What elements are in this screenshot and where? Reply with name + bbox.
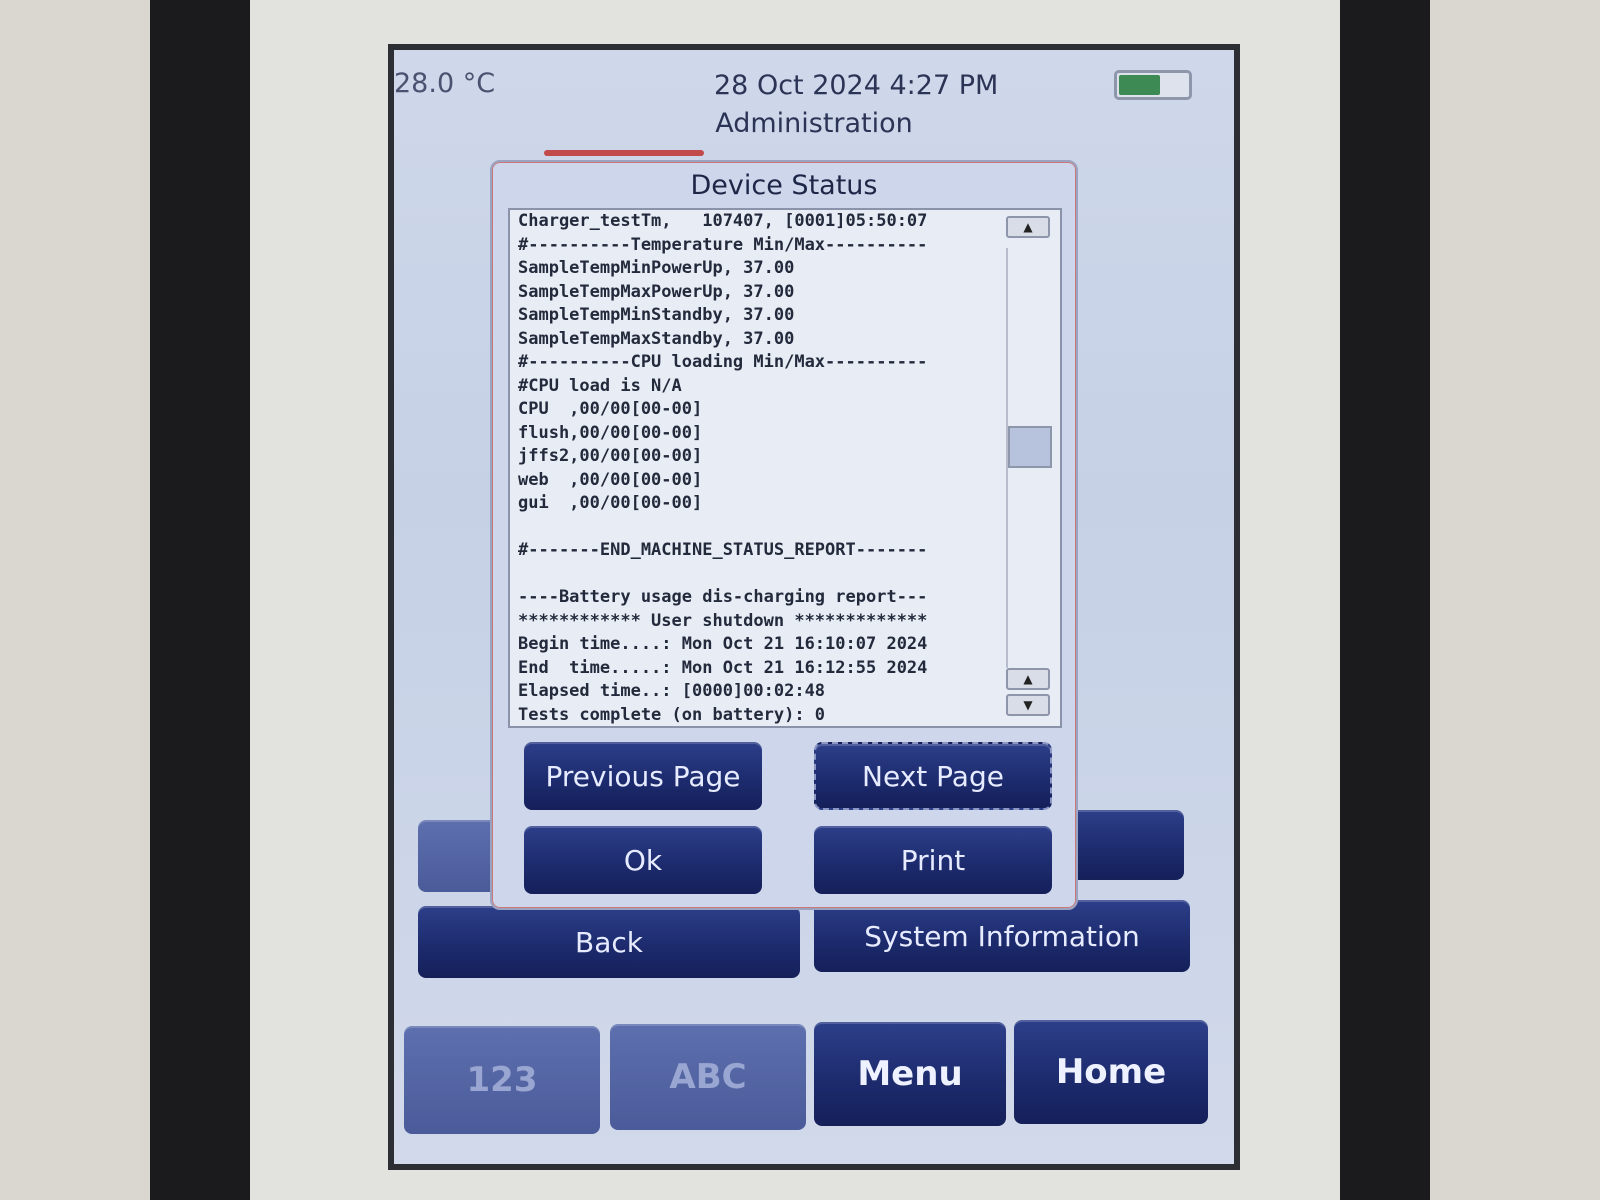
temperature-readout: 28.0 °C — [394, 68, 496, 99]
dialog-title: Device Status — [690, 170, 878, 201]
arrow-up-icon: ▲ — [1023, 672, 1033, 686]
numeric-keyboard-button[interactable]: 123 — [404, 1026, 600, 1134]
scroll-top-button[interactable]: ▲ — [1006, 216, 1050, 238]
scroll-thumb[interactable] — [1008, 426, 1052, 468]
log-line: #CPU load is N/A — [518, 375, 682, 396]
log-line: SampleTempMaxStandby, 37.00 — [518, 328, 795, 349]
log-line: Elapsed time..: [0000]00:02:48 — [518, 681, 826, 701]
log-line: Begin time....: Mon Oct 21 16:10:07 2024 — [518, 634, 928, 654]
log-line: Tests complete (on battery): 0 — [518, 704, 826, 725]
dialog-accent-bar — [544, 150, 704, 156]
log-line: Charger_testTm, 107407, [0001]05:50:07 — [518, 211, 928, 231]
date-time: 28 Oct 2024 4:27 PM — [714, 70, 999, 101]
system-information-button[interactable]: System Information — [814, 900, 1190, 972]
log-line: #----------CPU loading Min/Max---------- — [518, 352, 928, 372]
page-title: Administration — [715, 108, 913, 139]
menu-button[interactable]: Menu — [814, 1022, 1006, 1126]
log-line: jffs2,00/00[00-00] — [518, 446, 703, 466]
log-line: End time.....: Mon Oct 21 16:12:55 2024 — [518, 657, 928, 678]
battery-level-fill — [1119, 75, 1160, 95]
home-button[interactable]: Home — [1014, 1020, 1208, 1124]
log-scrollbar[interactable]: ▲ ▲ ▼ — [1006, 216, 1054, 722]
log-line: web ,00/00[00-00] — [518, 469, 703, 490]
log-line: SampleTempMinStandby, 37.00 — [518, 305, 795, 325]
scroll-up-button[interactable]: ▲ — [1006, 668, 1050, 690]
log-line: ************ User shutdown ************* — [518, 610, 928, 631]
arrow-up-icon: ▲ — [1023, 220, 1033, 234]
log-line: #-------END_MACHINE_STATUS_REPORT------- — [518, 540, 928, 560]
alpha-keyboard-button[interactable]: ABC — [610, 1024, 806, 1130]
ok-button[interactable]: Ok — [524, 826, 762, 894]
device-status-dialog: Device Status Charger_testTm, 107407, [0… — [490, 160, 1078, 910]
status-log-view[interactable]: Charger_testTm, 107407, [0001]05:50:07 #-… — [508, 208, 1062, 728]
previous-page-button[interactable]: Previous Page — [524, 742, 762, 810]
log-line: flush,00/00[00-00] — [518, 422, 703, 443]
log-lines: Charger_testTm, 107407, [0001]05:50:07 #-… — [518, 210, 1000, 726]
next-page-button[interactable]: Next Page — [814, 742, 1052, 810]
log-line: #----------Temperature Min/Max---------- — [518, 234, 928, 255]
touch-screen: 28.0 °C 28 Oct 2024 4:27 PM Administrati… — [388, 44, 1240, 1170]
log-line: CPU ,00/00[00-00] — [518, 399, 703, 419]
arrow-down-icon: ▼ — [1023, 698, 1033, 712]
log-line: ----Battery usage dis-charging report--- — [518, 587, 928, 607]
log-line: SampleTempMaxPowerUp, 37.00 — [518, 281, 795, 302]
log-line: gui ,00/00[00-00] — [518, 493, 703, 513]
log-line: SampleTempMinPowerUp, 37.00 — [518, 258, 795, 278]
device-bezel-right — [1340, 0, 1430, 1200]
scroll-down-button[interactable]: ▼ — [1006, 694, 1050, 716]
battery-icon — [1114, 70, 1192, 100]
print-button[interactable]: Print — [814, 826, 1052, 894]
device-bezel-left — [150, 0, 250, 1200]
back-button[interactable]: Back — [418, 906, 800, 978]
